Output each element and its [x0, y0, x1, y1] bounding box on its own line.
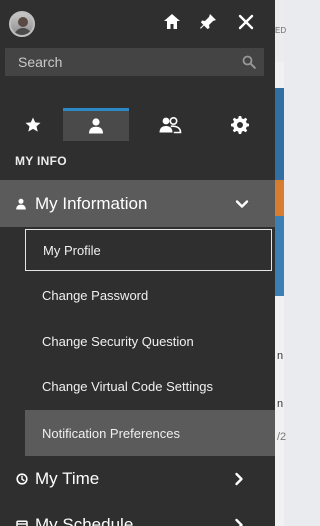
tab-favorites[interactable] — [0, 108, 66, 141]
person-icon — [89, 118, 103, 134]
tab-settings[interactable] — [207, 108, 273, 141]
menu-item-label: Change Password — [42, 287, 149, 303]
background-orange-tile — [275, 180, 284, 216]
menu-item-label: Change Virtual Code Settings — [42, 378, 214, 394]
gear-icon — [231, 115, 249, 134]
section-title-my-info: MY INFO — [15, 154, 67, 168]
close-icon[interactable] — [236, 12, 256, 32]
navigation-panel: MY INFO My Information My Profile Change… — [0, 0, 275, 526]
menu-item-notification-preferences[interactable]: Notification Preferences — [25, 410, 275, 456]
background-text-fragment-2: n — [277, 398, 284, 410]
tab-my-info[interactable] — [63, 108, 129, 141]
menu-item-label: Change Security Question — [42, 333, 194, 349]
panel-topbar — [0, 0, 275, 44]
background-text-fragment: n — [277, 350, 284, 362]
avatar-head — [18, 17, 28, 27]
home-icon[interactable] — [162, 12, 182, 32]
star-icon — [25, 117, 41, 132]
search-input[interactable] — [5, 48, 264, 76]
avatar-body — [14, 28, 32, 35]
background-text-fragment-3: /2 — [277, 431, 287, 443]
search-icon[interactable] — [242, 55, 256, 69]
menu-item-label: My Profile — [43, 242, 101, 258]
background-blue-tile-2 — [275, 216, 284, 296]
calendar-icon — [16, 520, 28, 526]
tab-team[interactable] — [137, 108, 203, 141]
menu-item-my-profile[interactable]: My Profile — [25, 229, 272, 271]
people-icon — [159, 116, 182, 133]
group-my-schedule[interactable]: My Schedule — [0, 503, 275, 526]
chevron-right-icon[interactable] — [231, 517, 247, 526]
pin-icon[interactable] — [198, 12, 218, 32]
group-label: My Schedule — [35, 515, 134, 526]
menu-item-label: Notification Preferences — [42, 425, 181, 441]
background-blue-tile — [275, 88, 284, 180]
chevron-down-icon[interactable] — [234, 196, 250, 212]
search-box — [5, 48, 264, 76]
group-my-information[interactable]: My Information — [0, 180, 275, 227]
group-label: My Time — [35, 469, 100, 488]
menu-item-change-security-question[interactable]: Change Security Question — [25, 320, 275, 362]
clock-icon — [16, 473, 28, 485]
menu-item-change-password[interactable]: Change Password — [25, 274, 275, 316]
group-label: My Information — [35, 193, 148, 213]
menu-item-change-virtual-code-settings[interactable]: Change Virtual Code Settings — [25, 365, 275, 407]
panel-tabs — [0, 108, 275, 141]
chevron-right-icon[interactable] — [231, 471, 247, 487]
background-text-ed: ED — [275, 26, 287, 35]
person-icon — [16, 198, 26, 209]
group-my-time[interactable]: My Time — [0, 457, 275, 501]
avatar[interactable] — [9, 11, 35, 37]
